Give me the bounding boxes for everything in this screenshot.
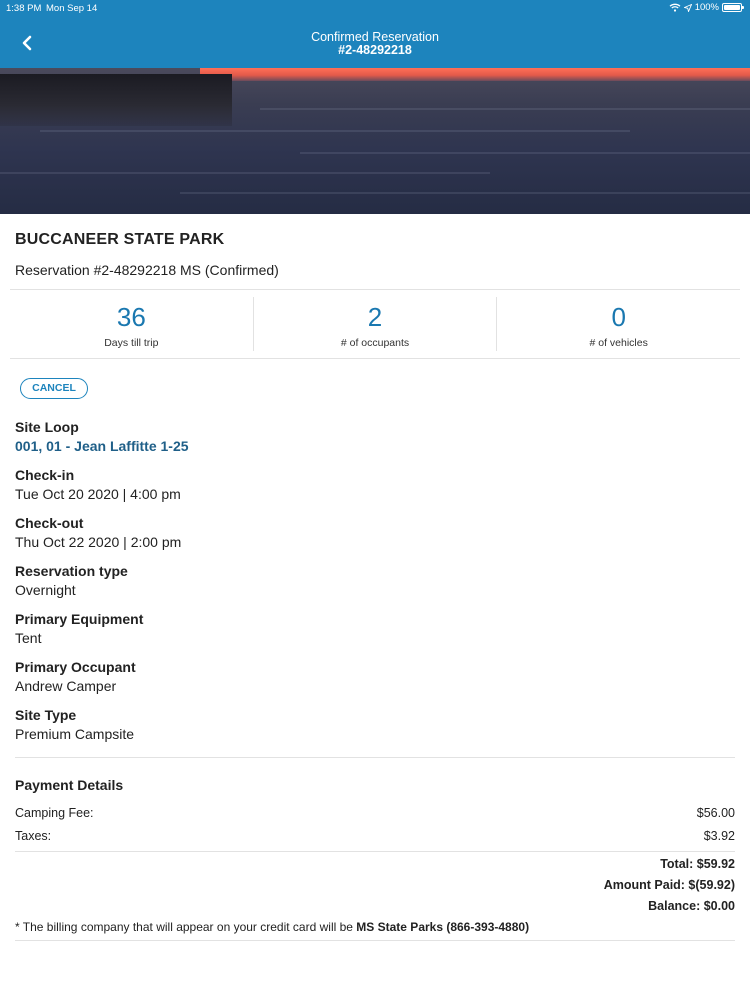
cancel-reservation-button[interactable]: CANCEL: [20, 378, 88, 399]
detail-check-out: Check-out Thu Oct 22 2020 | 2:00 pm: [15, 514, 181, 552]
detail-label: Primary Equipment: [15, 611, 144, 627]
detail-value: Tue Oct 20 2020 | 4:00 pm: [15, 486, 181, 502]
detail-value: Premium Campsite: [15, 726, 135, 742]
balance-value: Balance: $0.00: [648, 899, 735, 913]
taxes-row: Taxes: $3.92: [15, 829, 735, 843]
detail-label: Primary Occupant: [15, 659, 136, 675]
amount-paid-value: Amount Paid: $(59.92): [603, 878, 735, 892]
stat-label: Days till trip: [104, 337, 159, 349]
nav-bar: 1:38 PM Mon Sep 14 100% Confirmed Reserv…: [0, 0, 750, 68]
divider: [10, 358, 740, 359]
billing-note-text: * The billing company that will appear o…: [15, 920, 357, 934]
battery-percent: 100%: [694, 2, 719, 13]
detail-site-loop: Site Loop 001, 01 - Jean Laffitte 1-25: [15, 418, 189, 456]
status-bar: 1:38 PM Mon Sep 14 100%: [0, 0, 750, 16]
pier-silhouette: [0, 74, 232, 126]
total: Total: $59.92: [660, 857, 735, 871]
divider: [15, 757, 735, 758]
stat-label: # of vehicles: [589, 337, 648, 349]
balance: Balance: $0.00: [648, 899, 735, 913]
status-time: 1:38 PM: [6, 3, 42, 14]
sunset-horizon: [200, 68, 750, 81]
camping-fee-amount: $56.00: [696, 806, 735, 820]
detail-site-type: Site Type Premium Campsite: [15, 706, 134, 744]
water-ripple: [180, 192, 750, 194]
location-arrow-icon: [683, 3, 692, 12]
page-title: Confirmed Reservation #2-48292218: [0, 31, 750, 57]
detail-label: Site Loop: [15, 419, 79, 435]
reservation-line: Reservation #2-48292218 MS (Confirmed): [15, 262, 279, 278]
detail-label: Site Type: [15, 707, 77, 723]
amount-paid: Amount Paid: $(59.92): [604, 878, 735, 892]
stat-value: 0: [611, 302, 626, 332]
water-ripple: [0, 172, 490, 174]
detail-check-in: Check-in Tue Oct 20 2020 | 4:00 pm: [15, 466, 181, 504]
divider: [15, 851, 735, 852]
detail-value: Thu Oct 22 2020 | 2:00 pm: [15, 534, 182, 550]
billing-note: * The billing company that will appear o…: [15, 920, 529, 934]
water-ripple: [300, 152, 750, 154]
payment-details-title: Payment Details: [15, 777, 124, 793]
wifi-icon: [669, 3, 681, 12]
battery-icon: [722, 3, 744, 12]
park-hero-image: [0, 68, 750, 214]
park-name: BUCCANEER STATE PARK: [15, 231, 225, 248]
camping-fee-row: Camping Fee: $56.00: [15, 806, 735, 820]
stat-value: 36: [116, 302, 146, 332]
water-ripple: [260, 108, 750, 110]
stat-days-till-trip: 36 Days till trip: [10, 297, 253, 351]
billing-company: MS State Parks (866-393-4880): [356, 920, 530, 934]
detail-primary-equipment: Primary Equipment Tent: [15, 610, 143, 648]
detail-label: Check-in: [15, 467, 75, 483]
detail-value: Andrew Camper: [15, 678, 117, 694]
status-date: Mon Sep 14: [46, 3, 98, 14]
stat-value: 2: [367, 302, 383, 332]
detail-label: Check-out: [15, 515, 84, 531]
detail-label: Reservation type: [15, 563, 128, 579]
page-title-line2: #2-48292218: [338, 43, 412, 57]
site-loop-link[interactable]: 001, 01 - Jean Laffitte 1-25: [15, 437, 189, 456]
taxes-label: Taxes:: [15, 829, 52, 843]
trip-stats: 36 Days till trip 2 # of occupants 0 # o…: [10, 297, 740, 351]
detail-value: Tent: [15, 630, 42, 646]
stat-label: # of occupants: [340, 337, 410, 349]
divider: [15, 940, 735, 941]
divider: [10, 289, 740, 290]
stat-vehicles: 0 # of vehicles: [496, 297, 740, 351]
stat-occupants: 2 # of occupants: [252, 297, 497, 351]
detail-value: Overnight: [15, 582, 76, 598]
water-ripple: [40, 130, 630, 132]
detail-reservation-type: Reservation type Overnight: [15, 562, 128, 600]
status-right: 100%: [669, 2, 744, 13]
taxes-amount: $3.92: [703, 829, 735, 843]
detail-primary-occupant: Primary Occupant Andrew Camper: [15, 658, 136, 696]
camping-fee-label: Camping Fee:: [15, 806, 94, 820]
total-value: Total: $59.92: [660, 857, 735, 871]
